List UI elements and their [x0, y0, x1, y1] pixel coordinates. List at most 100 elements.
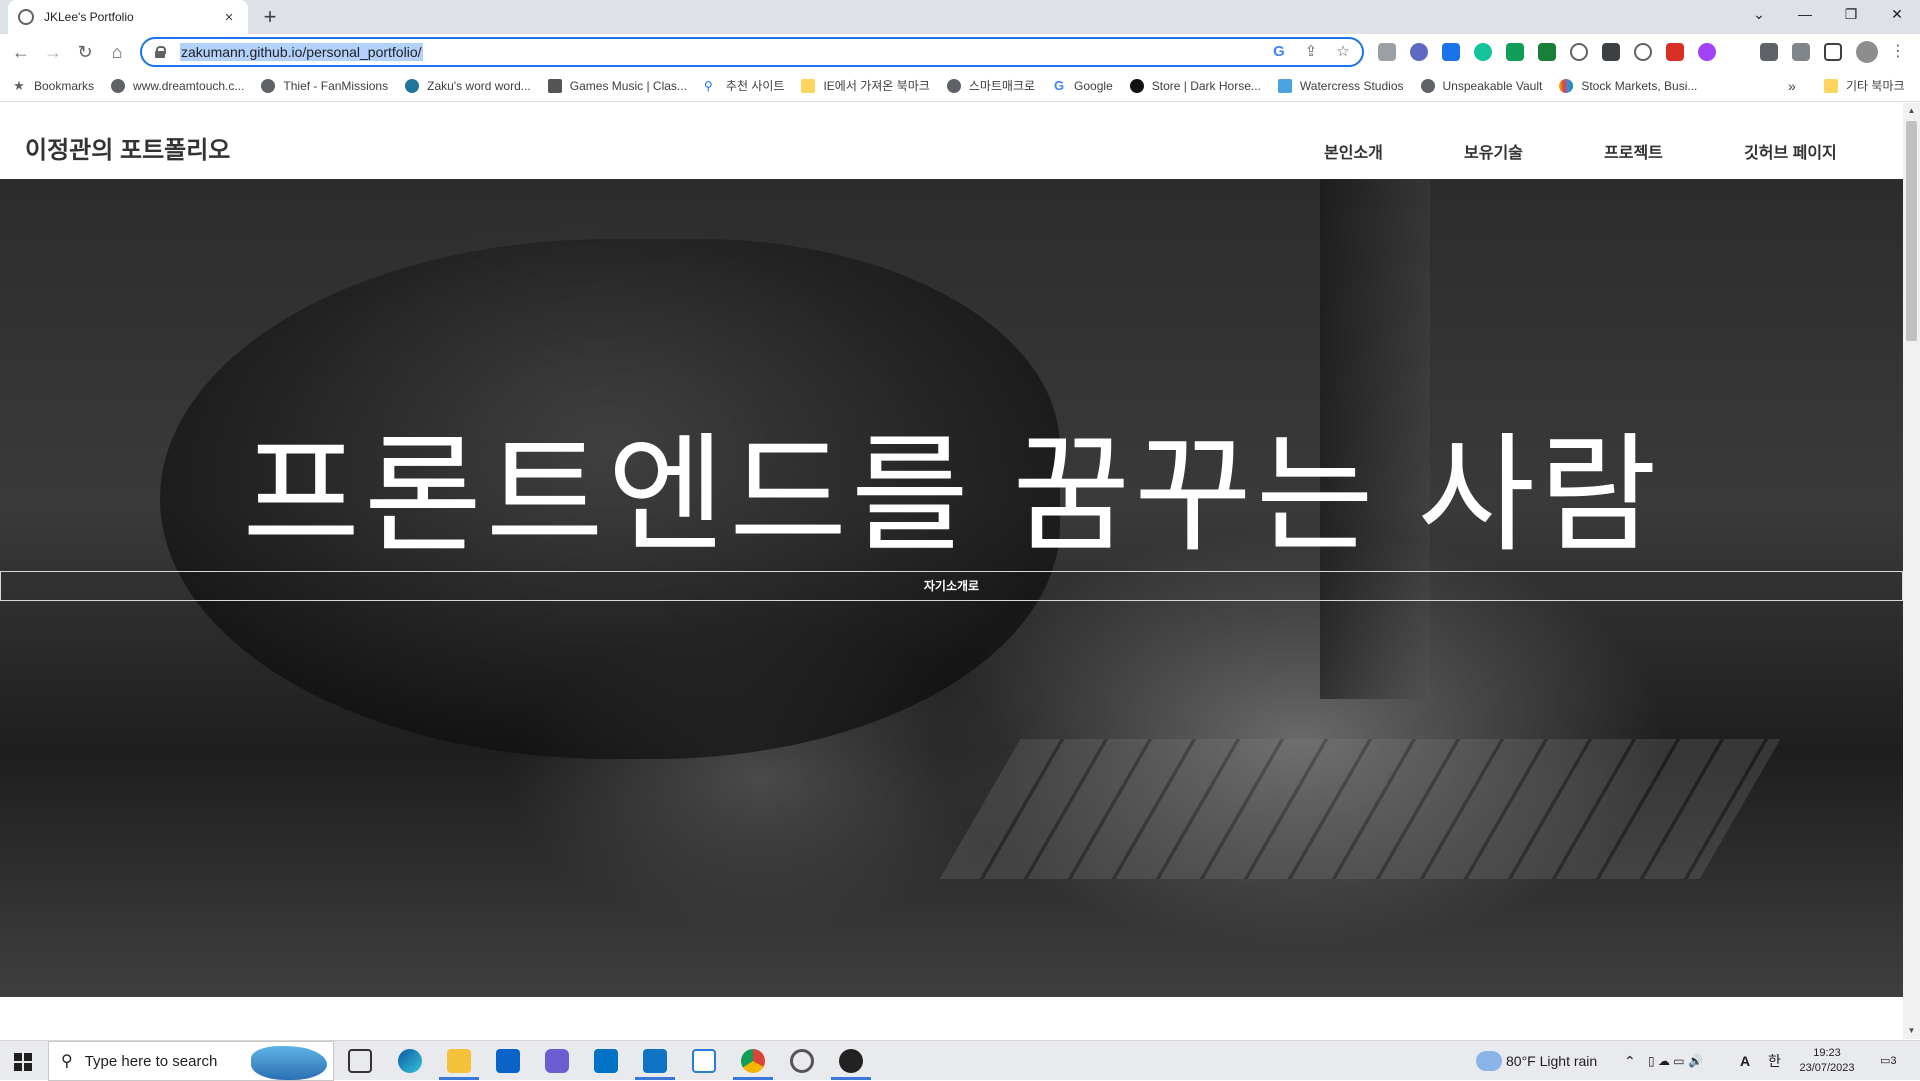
bookmark-item[interactable]: Thief - FanMissions: [261, 78, 388, 93]
globe-icon: [18, 9, 34, 25]
scrollbar-thumb[interactable]: [1906, 121, 1917, 341]
lock-icon[interactable]: [154, 46, 166, 58]
bookmarks-bar: ★ Bookmarks www.dreamtouch.c... Thief - F…: [0, 70, 1920, 102]
browser-toolbar: ← → ↻ ⌂ zakumann.github.io/personal_port…: [0, 34, 1920, 70]
extension-icon[interactable]: [1506, 43, 1524, 61]
reading-list-icon[interactable]: [1792, 43, 1810, 61]
globe-icon: [261, 78, 276, 93]
bookmark-item[interactable]: ★ Bookmarks: [12, 77, 94, 93]
site-brand[interactable]: 이정관의 포트폴리오: [25, 130, 230, 165]
browser-tab[interactable]: JKLee's Portfolio ×: [8, 0, 248, 34]
tab-strip: JKLee's Portfolio × + ⌄ — ❐ ✕: [0, 0, 1920, 34]
clock-time: 19:23: [1813, 1047, 1841, 1059]
chevron-up-icon[interactable]: ⌃: [1624, 1041, 1636, 1081]
clock-date: 23/07/2023: [1799, 1062, 1855, 1074]
more-bookmarks-button[interactable]: »: [1788, 78, 1796, 94]
page-viewport: 이정관의 포트폴리오 본인소개 보유기술 프로젝트 깃허브 페이지 프론트엔드를…: [0, 103, 1903, 1039]
vscode-icon[interactable]: [643, 1049, 667, 1073]
download-icon[interactable]: [1538, 43, 1556, 61]
chat-icon[interactable]: [839, 1049, 863, 1073]
close-tab-icon[interactable]: ×: [220, 9, 238, 26]
taskbar-search-input[interactable]: ⚲ Type here to search: [48, 1041, 334, 1081]
nav-link-projects[interactable]: 프로젝트: [1604, 139, 1663, 163]
bookmark-item[interactable]: 스마트매크로: [946, 77, 1035, 94]
nav-link-skills[interactable]: 보유기술: [1464, 139, 1523, 163]
menu-kebab-icon[interactable]: ⋮: [1886, 40, 1910, 64]
bookmark-item[interactable]: Unspeakable Vault: [1420, 78, 1542, 93]
page-scrollbar[interactable]: ▲ ▼: [1903, 103, 1920, 1039]
weather-text[interactable]: 80°F Light rain: [1506, 1041, 1597, 1081]
windows-start-icon[interactable]: [14, 1053, 32, 1071]
extensions-puzzle-icon[interactable]: [1760, 43, 1778, 61]
editor-icon[interactable]: [692, 1049, 716, 1073]
nav-link-github[interactable]: 깃허브 페이지: [1744, 139, 1837, 163]
ime-indicator[interactable]: A: [1740, 1041, 1750, 1081]
hero-about-button[interactable]: 자기소개로: [0, 571, 1903, 601]
task-view-icon[interactable]: [348, 1049, 372, 1073]
google-translate-icon[interactable]: G: [1270, 43, 1288, 61]
tab-title: JKLee's Portfolio: [44, 10, 134, 24]
extension-icon[interactable]: [1698, 43, 1716, 61]
share-icon[interactable]: ⇪: [1302, 43, 1320, 61]
other-bookmarks-folder[interactable]: 기타 북마크: [1824, 77, 1905, 94]
home-button[interactable]: ⌂: [105, 40, 129, 64]
bookmark-folder[interactable]: IE에서 가져온 북마크: [801, 77, 930, 94]
profile-avatar[interactable]: [1856, 41, 1878, 63]
bookmark-item[interactable]: Watercress Studios: [1277, 78, 1404, 93]
minimize-button[interactable]: —: [1782, 0, 1828, 30]
hero-section: 프론트엔드를 꿈꾸는 사람 자기소개로: [0, 179, 1903, 997]
wordpress-icon: [405, 78, 420, 93]
restore-button[interactable]: ❐: [1828, 0, 1874, 30]
nav-link-about[interactable]: 본인소개: [1324, 139, 1383, 163]
store-icon[interactable]: [496, 1049, 520, 1073]
bookmark-item[interactable]: Zaku's word word...: [405, 78, 531, 93]
app-icon[interactable]: [545, 1049, 569, 1073]
bookmark-item[interactable]: Games Music | Clas...: [547, 78, 687, 93]
chrome-icon[interactable]: [741, 1049, 765, 1073]
weather-icon[interactable]: [1476, 1051, 1502, 1071]
keyboard-image: [939, 739, 1781, 879]
back-button[interactable]: ←: [9, 40, 33, 64]
bookmark-item[interactable]: Stock Markets, Busi...: [1559, 78, 1697, 93]
bookmark-item[interactable]: Store | Dark Horse...: [1129, 78, 1261, 93]
app-icon[interactable]: [790, 1049, 814, 1073]
bookmark-star-icon[interactable]: ☆: [1334, 43, 1352, 61]
extension-icon[interactable]: [1634, 43, 1652, 61]
forward-button[interactable]: →: [41, 40, 65, 64]
search-placeholder: Type here to search: [84, 1052, 218, 1070]
bookmark-item[interactable]: www.dreamtouch.c...: [111, 78, 244, 93]
file-explorer-icon[interactable]: [447, 1049, 471, 1073]
reload-button[interactable]: ↻: [73, 40, 97, 64]
extension-icon[interactable]: [1410, 43, 1428, 61]
tab-search-icon[interactable]: ⌄: [1736, 0, 1782, 30]
address-bar[interactable]: zakumann.github.io/personal_portfolio/ G…: [140, 37, 1364, 67]
new-tab-button[interactable]: +: [258, 5, 282, 29]
darkhorse-icon: [1129, 78, 1144, 93]
notification-icon[interactable]: ▭3: [1880, 1041, 1897, 1081]
grammarly-icon[interactable]: [1474, 43, 1492, 61]
extension-icon[interactable]: [1378, 43, 1396, 61]
star-icon: ★: [13, 77, 25, 93]
refresh-extension-icon[interactable]: [1570, 43, 1588, 61]
tray-icons[interactable]: ▯ ☁ ▭ 🔊: [1648, 1041, 1703, 1081]
cnbc-icon: [1559, 78, 1574, 93]
site-icon: [1277, 78, 1292, 93]
bookmark-item[interactable]: ⚲ 추천 사이트: [704, 77, 785, 94]
url-text[interactable]: zakumann.github.io/personal_portfolio/: [180, 43, 423, 61]
extension-icon[interactable]: [1602, 43, 1620, 61]
globe-icon: [111, 78, 126, 93]
bookmark-item[interactable]: G Google: [1052, 77, 1113, 93]
hero-title: 프론트엔드를 꿈꾸는 사람: [242, 424, 1661, 567]
dislike-icon[interactable]: [1666, 43, 1684, 61]
mail-icon[interactable]: [594, 1049, 618, 1073]
scroll-down-arrow[interactable]: ▼: [1903, 1023, 1920, 1039]
edge-icon[interactable]: [398, 1049, 422, 1073]
scroll-up-arrow[interactable]: ▲: [1903, 103, 1920, 119]
close-window-button[interactable]: ✕: [1874, 0, 1920, 30]
site-icon: [547, 78, 562, 93]
bitwarden-icon[interactable]: [1442, 43, 1460, 61]
side-panel-icon[interactable]: [1824, 43, 1842, 61]
language-indicator[interactable]: 한: [1768, 1041, 1781, 1081]
taskbar-clock[interactable]: 19:23 23/07/2023: [1790, 1046, 1864, 1076]
google-icon: G: [1053, 77, 1065, 93]
